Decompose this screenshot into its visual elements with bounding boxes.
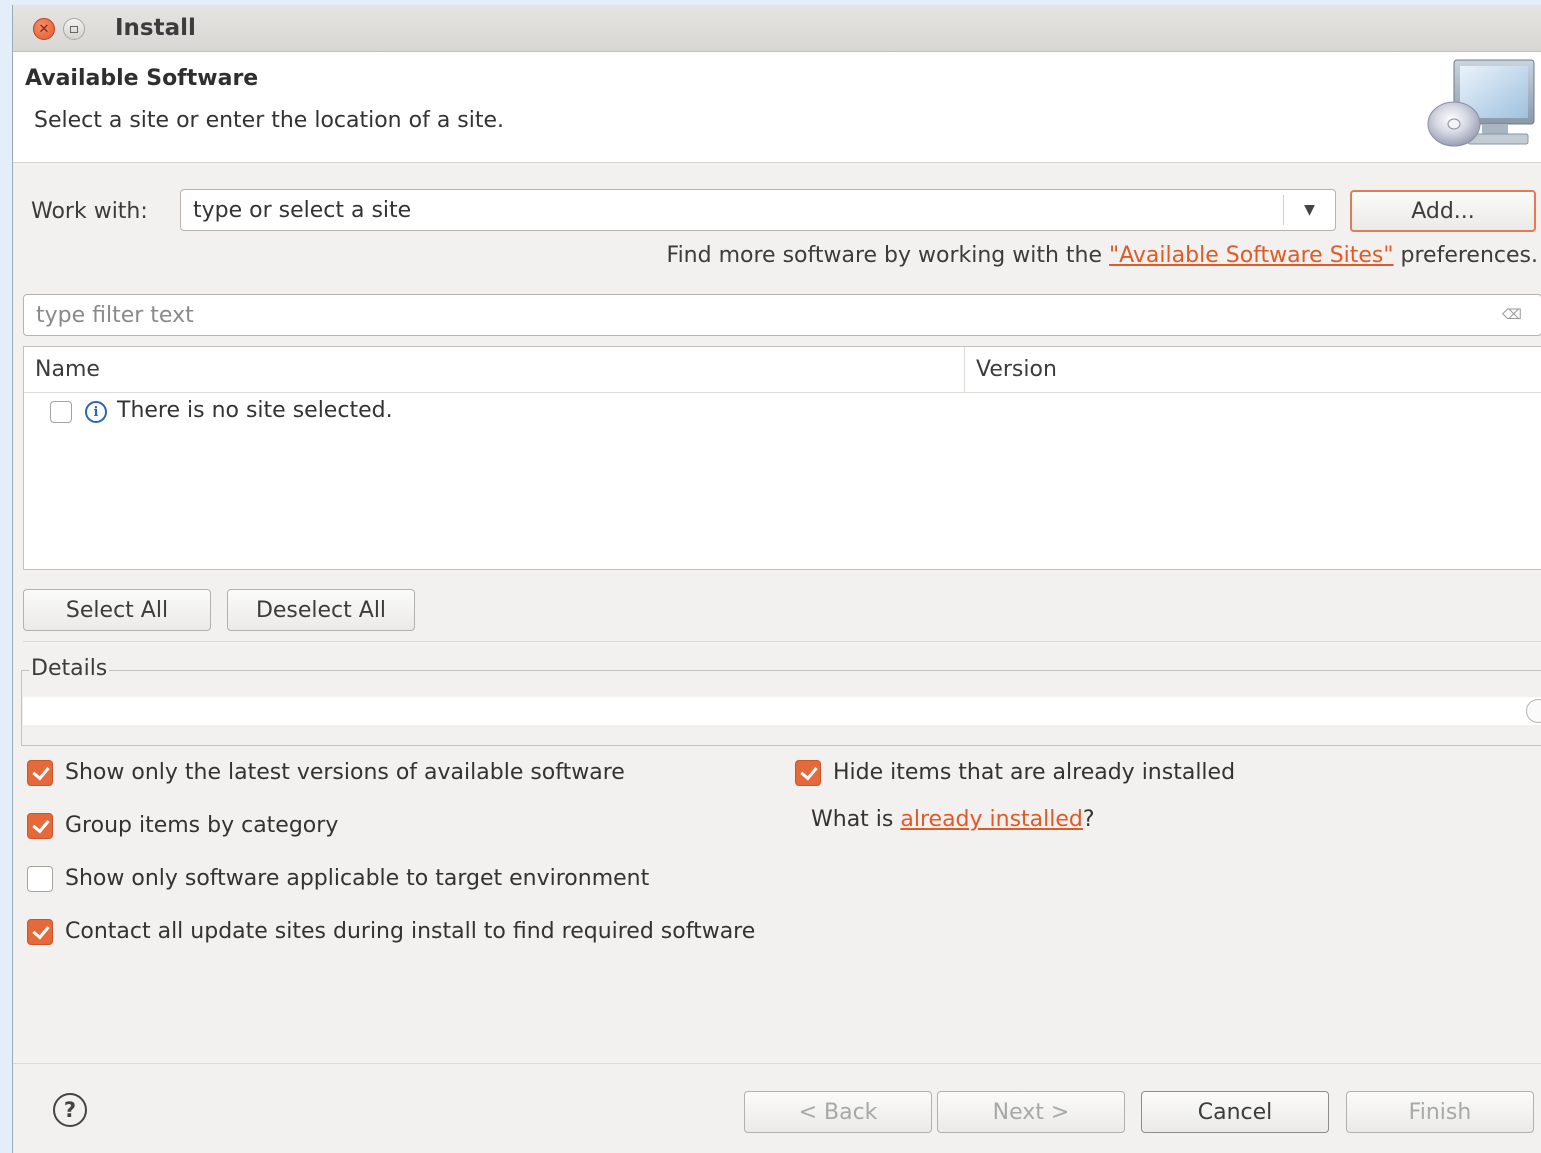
table-row[interactable]: i There is no site selected. (24, 394, 1541, 430)
find-more-prefix: Find more software by working with the (666, 243, 1110, 268)
install-dialog: ✕ Install Available Software Select a si… (12, 5, 1541, 1153)
already-installed-suffix: ? (1082, 807, 1095, 832)
row-checkbox[interactable] (50, 401, 72, 423)
hide-installed-checkbox[interactable] (795, 760, 821, 786)
select-all-button[interactable]: Select All (23, 589, 211, 631)
find-more-text: Find more software by working with the "… (667, 243, 1538, 268)
divider (23, 641, 1541, 642)
next-button[interactable]: Next > (937, 1091, 1125, 1133)
finish-button[interactable]: Finish (1346, 1091, 1534, 1133)
title-bar: ✕ Install (13, 5, 1541, 52)
table-header: Name Version (24, 347, 1541, 393)
row-name: There is no site selected. (117, 398, 393, 423)
back-button[interactable]: < Back (744, 1091, 932, 1133)
info-icon: i (85, 401, 107, 423)
footer-divider (13, 1063, 1541, 1064)
contact-sites-label: Contact all update sites during install … (65, 919, 756, 944)
page-title: Available Software (25, 66, 259, 91)
page-description: Select a site or enter the location of a… (34, 108, 505, 133)
help-icon[interactable]: ? (53, 1093, 87, 1127)
details-legend: Details (29, 656, 110, 681)
cancel-button[interactable]: Cancel (1141, 1091, 1329, 1133)
already-installed-link[interactable]: already installed (900, 807, 1083, 832)
deselect-all-button[interactable]: Deselect All (227, 589, 415, 631)
computer-cd-icon (1427, 59, 1535, 147)
software-table: Name Version i There is no site selected… (23, 346, 1541, 570)
contact-sites-checkbox[interactable] (27, 919, 53, 945)
already-installed-prefix: What is (811, 807, 901, 832)
details-text-area (23, 697, 1541, 725)
work-with-label: Work with: (31, 199, 148, 224)
work-with-combo[interactable]: ▼ (180, 189, 1336, 231)
group-by-category-checkbox[interactable] (27, 813, 53, 839)
maximize-icon[interactable] (63, 18, 85, 40)
latest-versions-checkbox[interactable] (27, 760, 53, 786)
filter-input[interactable] (24, 295, 1484, 335)
close-icon[interactable]: ✕ (33, 18, 55, 40)
available-software-sites-link[interactable]: "Available Software Sites" (1109, 243, 1394, 268)
latest-versions-label: Show only the latest versions of availab… (65, 760, 625, 785)
column-header-name[interactable]: Name (24, 347, 965, 392)
chevron-down-icon[interactable]: ▼ (1284, 190, 1335, 230)
target-environment-label: Show only software applicable to target … (65, 866, 650, 891)
work-with-input[interactable] (181, 190, 1281, 230)
window-title: Install (115, 15, 196, 41)
target-environment-checkbox[interactable] (27, 866, 53, 892)
clear-icon[interactable]: ⌫ (1501, 306, 1523, 324)
hide-installed-label: Hide items that are already installed (833, 760, 1236, 785)
column-header-version[interactable]: Version (965, 347, 1541, 392)
filter-box[interactable]: ⌫ (23, 294, 1541, 336)
group-by-category-label: Group items by category (65, 813, 339, 838)
add-site-button[interactable]: Add... (1350, 190, 1536, 232)
page-header: Available Software Select a site or ente… (13, 52, 1541, 163)
find-more-suffix: preferences. (1393, 243, 1538, 268)
already-installed-text: What is already installed? (811, 807, 1095, 832)
details-scrollbar[interactable] (1526, 699, 1541, 723)
